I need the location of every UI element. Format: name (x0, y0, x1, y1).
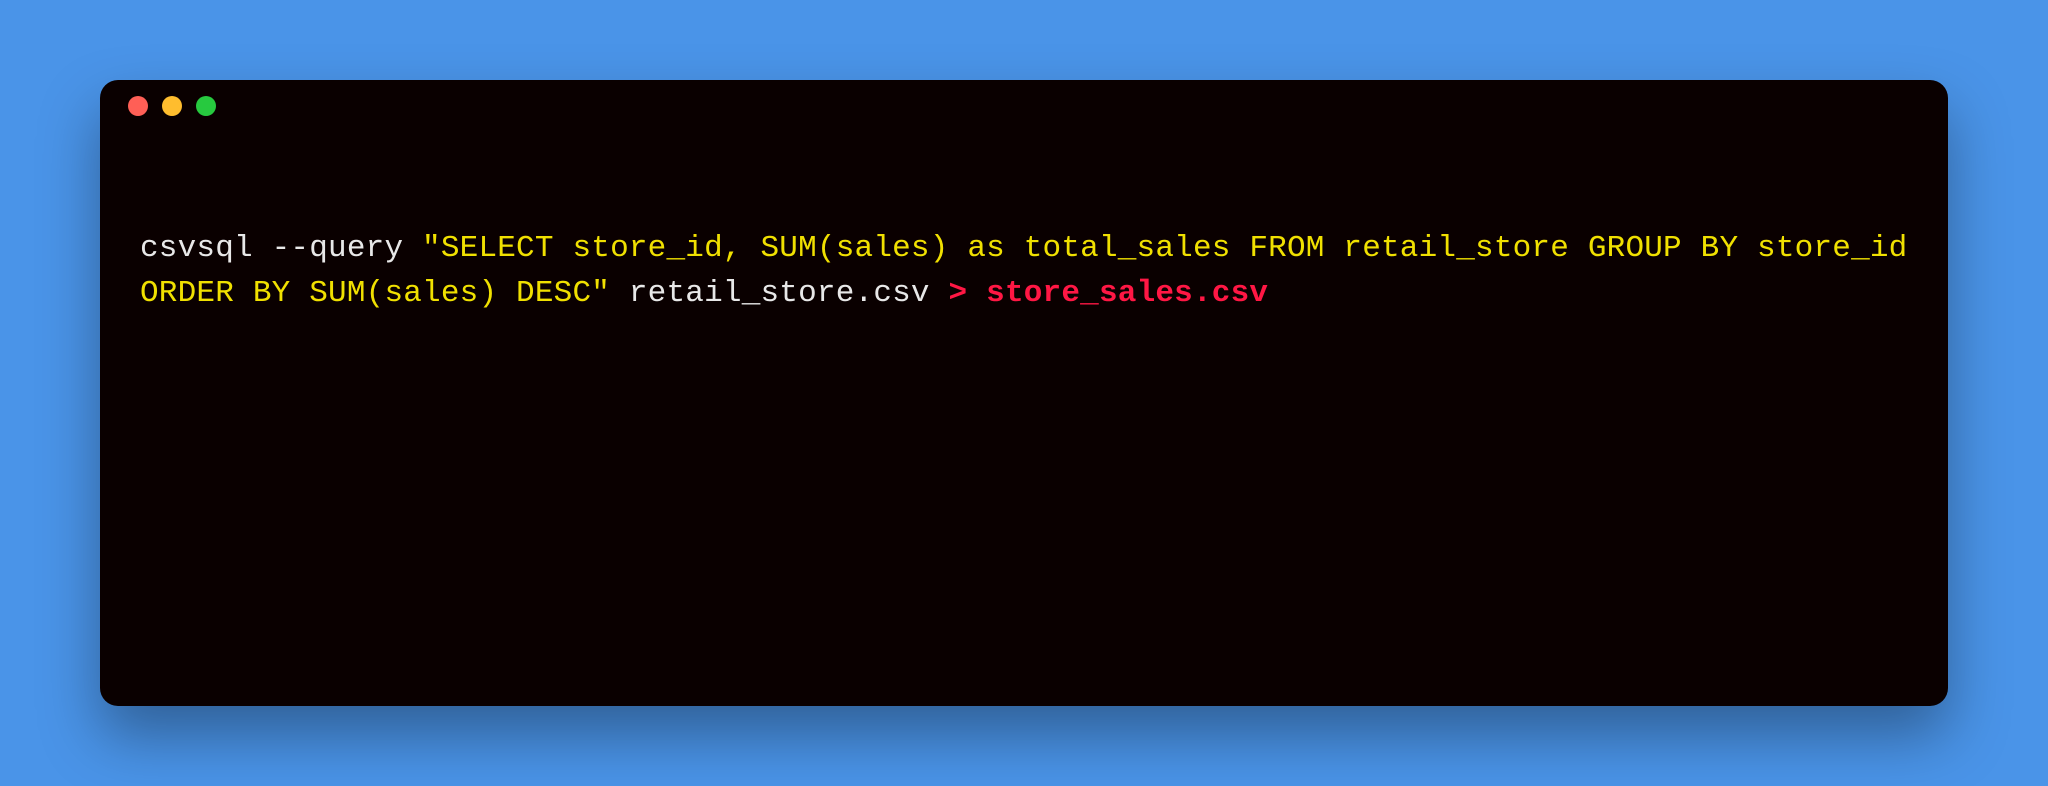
window-titlebar (100, 80, 1948, 132)
command-line: csvsql --query "SELECT store_id, SUM(sal… (140, 227, 1908, 317)
terminal-window: csvsql --query "SELECT store_id, SUM(sal… (100, 80, 1948, 706)
output-redirect-text: > store_sales.csv (949, 276, 1269, 311)
minimize-icon[interactable] (162, 96, 182, 116)
terminal-body[interactable]: csvsql --query "SELECT store_id, SUM(sal… (100, 132, 1948, 706)
close-icon[interactable] (128, 96, 148, 116)
command-text: csvsql --query (140, 231, 422, 266)
maximize-icon[interactable] (196, 96, 216, 116)
input-file-text: retail_store.csv (610, 276, 948, 311)
